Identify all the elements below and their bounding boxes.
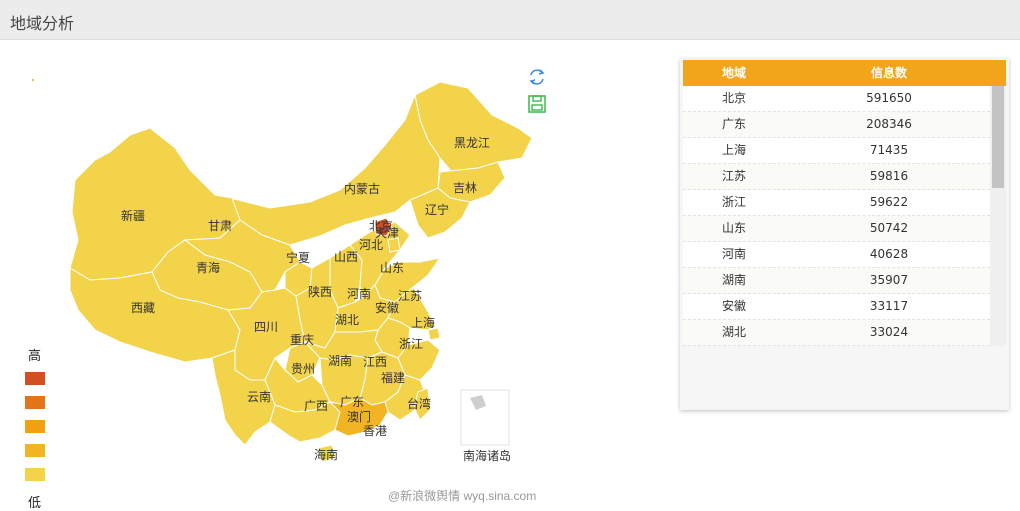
watermark: @新浪微舆情 wyq.sina.com: [388, 489, 537, 503]
cell-region: 安徽: [721, 299, 746, 313]
table-row[interactable]: 湖南 35907: [683, 268, 990, 294]
map-label: 河南: [347, 286, 371, 301]
map-label: 湖南: [328, 353, 352, 368]
cell-region: 湖北: [721, 325, 746, 339]
table-row[interactable]: 山东 50742: [683, 216, 990, 242]
table-row[interactable]: 湖北 33024: [683, 320, 990, 346]
cell-count: 208346: [866, 117, 912, 131]
map-label: 陕西: [308, 284, 332, 299]
map-legend: 高 低: [24, 345, 64, 511]
column-header-count[interactable]: 信息数: [785, 60, 993, 86]
map-label: 宁夏: [286, 250, 310, 265]
cell-count: 33117: [869, 299, 909, 313]
map-label: 福建: [381, 370, 405, 385]
scrollbar-thumb[interactable]: [992, 86, 1004, 188]
refresh-icon[interactable]: [527, 67, 547, 87]
cell-region: 湖南: [721, 273, 746, 287]
map-label: 吉林: [453, 181, 477, 195]
cell-region: 上海: [721, 143, 746, 157]
map-label: 新疆: [121, 208, 145, 223]
map-label: 云南: [247, 389, 271, 404]
cell-region: 浙江: [721, 195, 746, 209]
map-label: 西藏: [131, 301, 155, 315]
cell-region: 山东: [721, 221, 746, 235]
region-table-panel: 地域 信息数 北京 591650 广东 208346 上海 71435 江苏 59816 浙江 5…: [680, 59, 1009, 410]
map-label: 四川: [254, 320, 278, 334]
province-tianjin[interactable]: [387, 237, 401, 253]
legend-swatch-4[interactable]: [25, 444, 45, 457]
cell-count: 40628: [869, 247, 909, 261]
legend-low-label: 低: [28, 496, 42, 511]
cell-count: 50742: [869, 221, 909, 235]
cell-count: 33024: [869, 325, 909, 339]
table-row[interactable]: 安徽 33117: [683, 294, 990, 320]
map-label: 贵州: [291, 362, 315, 376]
map-label: 南海诸岛: [463, 448, 511, 463]
legend-swatch-5[interactable]: [25, 468, 45, 481]
legend-high-label: 高: [28, 349, 42, 364]
map-label: 广东: [340, 395, 364, 409]
map-label: 台湾: [407, 396, 431, 411]
map-label: 海南: [314, 447, 338, 462]
map-panel: 黑龙江 吉林 辽宁 内蒙古 北京 天津 河北 山西 山东 新疆 甘肃 青海 宁夏 陕西 河南 江苏 安徽 上海 西藏…: [0, 40, 640, 511]
cell-count: 59622: [869, 195, 909, 209]
map-label: 安徽: [375, 300, 399, 315]
cell-region: 江苏: [721, 169, 746, 183]
map-label: 浙江: [399, 337, 423, 351]
cell-count: 71435: [869, 143, 909, 157]
cell-region: 北京: [721, 91, 746, 105]
province-neimenggu[interactable]: [229, 93, 441, 246]
column-header-region[interactable]: 地域: [683, 60, 785, 86]
table-header: 地域 信息数: [683, 60, 1006, 86]
map-label: 内蒙古: [344, 181, 380, 196]
map-label: 重庆: [290, 333, 314, 347]
cell-count: 59816: [869, 169, 909, 183]
map-label: 辽宁: [425, 202, 449, 217]
map-label: 广西: [304, 399, 328, 413]
table-scrollbar[interactable]: [990, 86, 1006, 346]
map-label: 江西: [363, 355, 387, 369]
map-label: 澳门: [347, 409, 371, 424]
south-china-sea-inset: [460, 389, 510, 446]
map-label: 山西: [334, 250, 358, 264]
table-body: 北京 591650 广东 208346 上海 71435 江苏 59816 浙江 59622 山东 5…: [683, 86, 990, 346]
table-row[interactable]: 北京 591650: [683, 86, 990, 112]
cell-region: 河南: [721, 247, 746, 261]
map-label: 湖北: [335, 312, 359, 327]
legend-swatch-3[interactable]: [25, 420, 45, 433]
map-label: 黑龙江: [454, 136, 490, 150]
cell-count: 35907: [869, 273, 909, 287]
map-label: 青海: [196, 260, 220, 275]
legend-swatch-1[interactable]: [25, 372, 45, 385]
legend-swatch-2[interactable]: [25, 396, 45, 409]
island-dot: [31, 78, 35, 82]
page-title: 地域分析: [10, 14, 75, 33]
map-label: 上海: [411, 315, 435, 330]
save-icon[interactable]: [527, 94, 547, 114]
table-row[interactable]: 上海 71435: [683, 138, 990, 164]
table-row[interactable]: 河南 40628: [683, 242, 990, 268]
header-bar: 地域分析: [0, 0, 1020, 40]
cell-region: 广东: [721, 117, 746, 131]
cell-count: 591650: [866, 91, 912, 105]
table-row[interactable]: 浙江 59622: [683, 190, 990, 216]
table-row[interactable]: 广东 208346: [683, 112, 990, 138]
map-label: 江苏: [398, 289, 422, 303]
map-label: 山东: [380, 261, 404, 275]
table-row[interactable]: 江苏 59816: [683, 164, 990, 190]
map-label: 河北: [359, 238, 383, 252]
map-label: 香港: [363, 424, 387, 438]
map-label: 甘肃: [208, 219, 232, 233]
